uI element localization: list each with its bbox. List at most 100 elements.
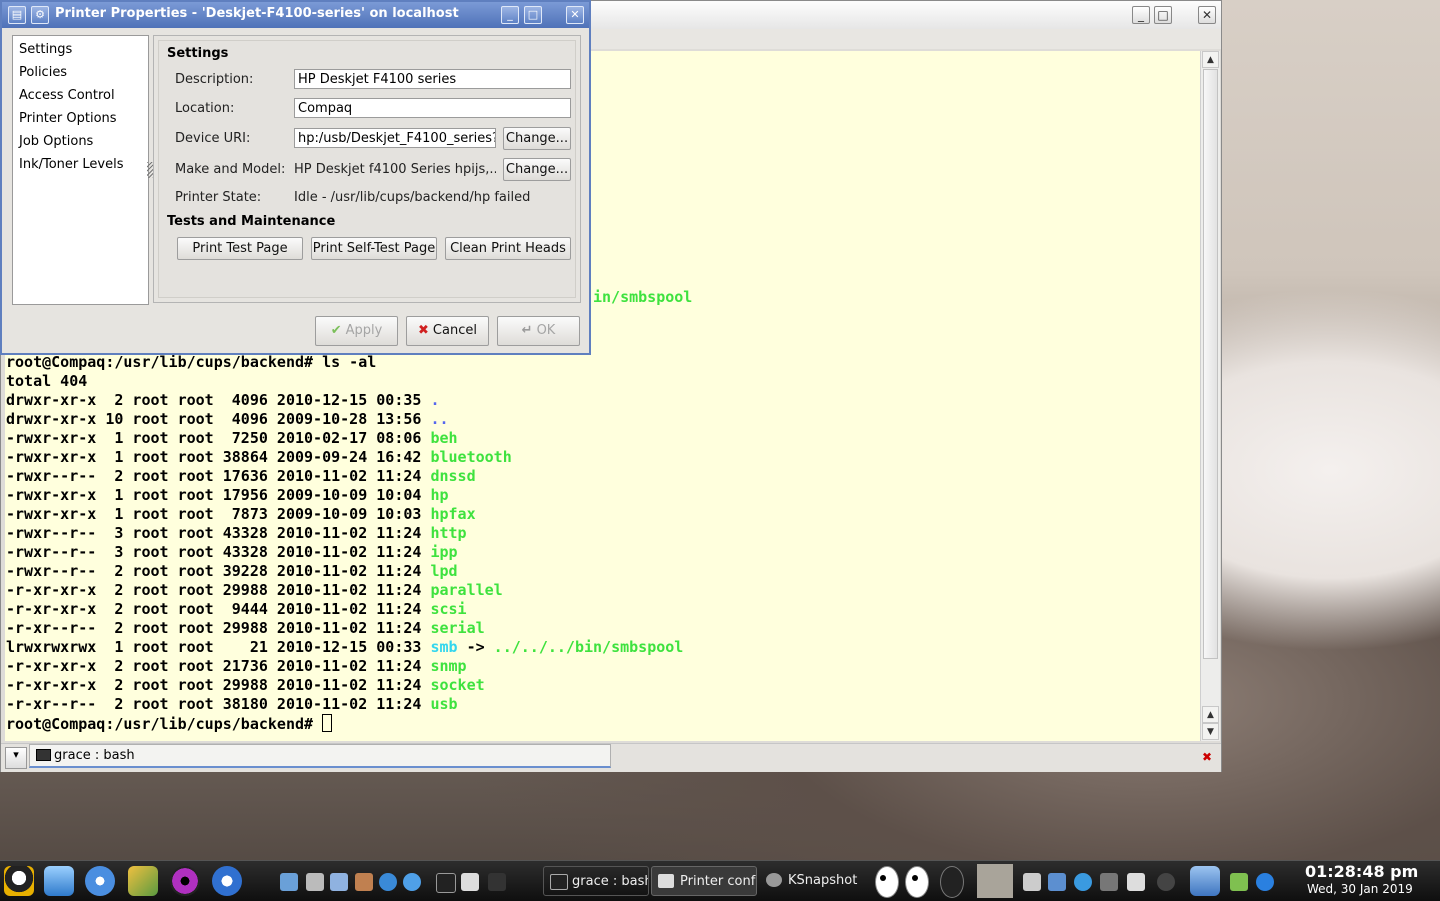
status-dot-icon[interactable] <box>1256 873 1274 891</box>
print-test-page-button[interactable]: Print Test Page <box>177 237 303 260</box>
change-make-model-button[interactable]: Change... <box>503 158 571 181</box>
change-device-uri-button[interactable]: Change... <box>503 127 571 150</box>
scroll-down-icon[interactable]: ▼ <box>1202 723 1219 740</box>
display-icon[interactable] <box>1048 873 1066 891</box>
terminal-lines: root@Compaq:/usr/lib/cups/backend# ls -a… <box>6 353 683 733</box>
device-uri-label: Device URI: <box>175 131 251 146</box>
task-terminal[interactable]: grace : bash <box>543 866 649 896</box>
symlink-target: ../../../bin/smbspool <box>493 638 684 656</box>
settings-header: Settings <box>167 46 229 61</box>
close-icon[interactable]: ✕ <box>1198 6 1216 24</box>
tests-header: Tests and Maintenance <box>167 214 336 229</box>
editor-icon[interactable] <box>212 866 242 896</box>
apply-button[interactable]: ✔ Apply <box>315 316 398 346</box>
sidebar-item-ink-toner-levels[interactable]: Ink/Toner Levels <box>19 157 123 172</box>
terminal-text: root@Compaq:/usr/lib/cups/backend# ls -a… <box>6 353 377 371</box>
xeyes-left-icon <box>875 866 899 898</box>
printer-icon <box>658 874 674 888</box>
printer-properties-dialog: ▤ ⚙ Printer Properties - 'Deskjet-F4100-… <box>0 0 591 355</box>
file-attributes: -rwxr--r-- 3 root root 43328 2010-11-02 … <box>6 524 431 542</box>
file-name: hpfax <box>430 505 476 523</box>
file-manager-icon[interactable] <box>44 866 74 896</box>
task-ksnapshot[interactable]: KSnapshot <box>760 866 866 896</box>
task-printer-config[interactable]: Printer conf <box>651 866 757 896</box>
dialog-sidebar: Settings Policies Access Control Printer… <box>12 35 149 305</box>
settings-panel-inner: Settings Description: HP Deskjet F4100 s… <box>158 40 576 298</box>
scroll-up-icon[interactable]: ▲ <box>1202 706 1219 723</box>
settings-icon[interactable] <box>280 873 298 891</box>
location-field[interactable]: Compaq <box>294 98 571 118</box>
make-model-value: HP Deskjet f4100 Series hpijs,... <box>294 162 496 177</box>
maximize-icon[interactable]: □ <box>524 6 542 24</box>
terminal-line: -r-xr--r-- 2 root root 38180 2010-11-02 … <box>6 695 683 714</box>
web-icon[interactable] <box>403 873 421 891</box>
printer-applet-icon[interactable] <box>1127 873 1145 891</box>
file-attributes: -r-xr-xr-x 2 root root 21736 2010-11-02 … <box>6 657 431 675</box>
pen-icon[interactable] <box>1230 873 1248 891</box>
scroll-up-icon[interactable]: ▲ <box>1202 51 1219 68</box>
file-name: . <box>430 391 440 409</box>
terminal-line: -r-xr-xr-x 2 root root 21736 2010-11-02 … <box>6 657 683 676</box>
volume-icon[interactable] <box>1023 873 1041 891</box>
terminal-scrollbar[interactable]: ▲ ▲ ▼ <box>1200 51 1220 741</box>
printer-state-value: Idle - /usr/lib/cups/backend/hp failed <box>294 190 531 205</box>
file-name: hp <box>430 486 449 504</box>
sidebar-item-job-options[interactable]: Job Options <box>19 134 93 149</box>
sidebar-item-policies[interactable]: Policies <box>19 65 67 80</box>
terminal-tab[interactable]: grace : bash <box>29 744 611 768</box>
print-self-test-page-button[interactable]: Print Self-Test Page <box>311 237 437 260</box>
minimize-icon[interactable]: _ <box>501 6 519 24</box>
cancel-button[interactable]: ✖ Cancel <box>406 316 489 346</box>
clock-date[interactable]: Wed, 30 Jan 2019 <box>1307 882 1413 896</box>
document-icon[interactable] <box>330 873 348 891</box>
close-icon[interactable]: ✕ <box>566 6 584 24</box>
desktop-icon[interactable] <box>488 873 506 891</box>
app-icon[interactable]: ⚙ <box>31 6 49 24</box>
checkmark-icon: ✔ <box>330 323 342 338</box>
terminal-icon[interactable] <box>436 873 456 893</box>
terminal-line: -rwxr-xr-x 1 root root 7250 2010-02-17 0… <box>6 429 683 448</box>
minimize-icon[interactable]: _ <box>1132 6 1150 24</box>
update-icon[interactable] <box>1074 873 1092 891</box>
file-attributes: -rwxr--r-- 2 root root 17636 2010-11-02 … <box>6 467 431 485</box>
sidebar-item-printer-options[interactable]: Printer Options <box>19 111 117 126</box>
printer-icon[interactable] <box>461 873 479 891</box>
browser-icon[interactable] <box>85 866 115 896</box>
tools-icon[interactable] <box>306 873 324 891</box>
images-icon[interactable] <box>355 873 373 891</box>
device-uri-field[interactable]: hp:/usb/Deskjet_F4100_series?s <box>294 128 496 148</box>
klipper-icon[interactable] <box>1190 866 1220 896</box>
file-attributes: -rwxr-xr-x 1 root root 38864 2009-09-24 … <box>6 448 431 466</box>
terminal-text: root@Compaq:/usr/lib/cups/backend# <box>6 715 323 733</box>
clean-print-heads-button[interactable]: Clean Print Heads <box>445 237 571 260</box>
maximize-icon[interactable]: □ <box>1154 6 1172 24</box>
terminal-line: -rwxr--r-- 3 root root 43328 2010-11-02 … <box>6 524 683 543</box>
window-menu-icon[interactable]: ▤ <box>8 6 26 24</box>
file-name: serial <box>430 619 485 637</box>
info-icon[interactable] <box>1157 873 1175 891</box>
description-field[interactable]: HP Deskjet F4100 series <box>294 69 571 89</box>
close-tab-icon[interactable]: ✖ <box>1199 749 1215 765</box>
file-attributes: -rwxr-xr-x 1 root root 17956 2009-10-09 … <box>6 486 431 504</box>
location-label: Location: <box>175 101 235 116</box>
terminal-line: -rwxr-xr-x 1 root root 7873 2009-10-09 1… <box>6 505 683 524</box>
eye-app-icon[interactable] <box>170 866 200 896</box>
sidebar-item-access-control[interactable]: Access Control <box>19 88 115 103</box>
ok-button[interactable]: ↵ OK <box>497 316 580 346</box>
network-icon[interactable] <box>379 873 397 891</box>
terminal-icon <box>36 749 51 761</box>
sidebar-item-settings[interactable]: Settings <box>19 42 72 57</box>
file-name: lpd <box>430 562 458 580</box>
terminal-line: drwxr-xr-x 2 root root 4096 2010-12-15 0… <box>6 391 683 410</box>
tux-menu-icon[interactable] <box>4 866 34 896</box>
paint-icon[interactable] <box>128 866 158 896</box>
pager-icon[interactable] <box>977 864 1013 898</box>
clock-time[interactable]: 01:28:48 pm <box>1305 862 1418 881</box>
scrollbar-thumb[interactable] <box>1203 69 1218 659</box>
moon-phase-icon <box>940 866 964 898</box>
new-tab-icon[interactable]: ▾ <box>5 747 27 769</box>
file-attributes: -r-xr--r-- 2 root root 38180 2010-11-02 … <box>6 695 431 713</box>
network-status-icon[interactable] <box>1100 873 1118 891</box>
dialog-titlebar[interactable]: ▤ ⚙ Printer Properties - 'Deskjet-F4100-… <box>2 2 589 28</box>
terminal-line: total 404 <box>6 372 683 391</box>
